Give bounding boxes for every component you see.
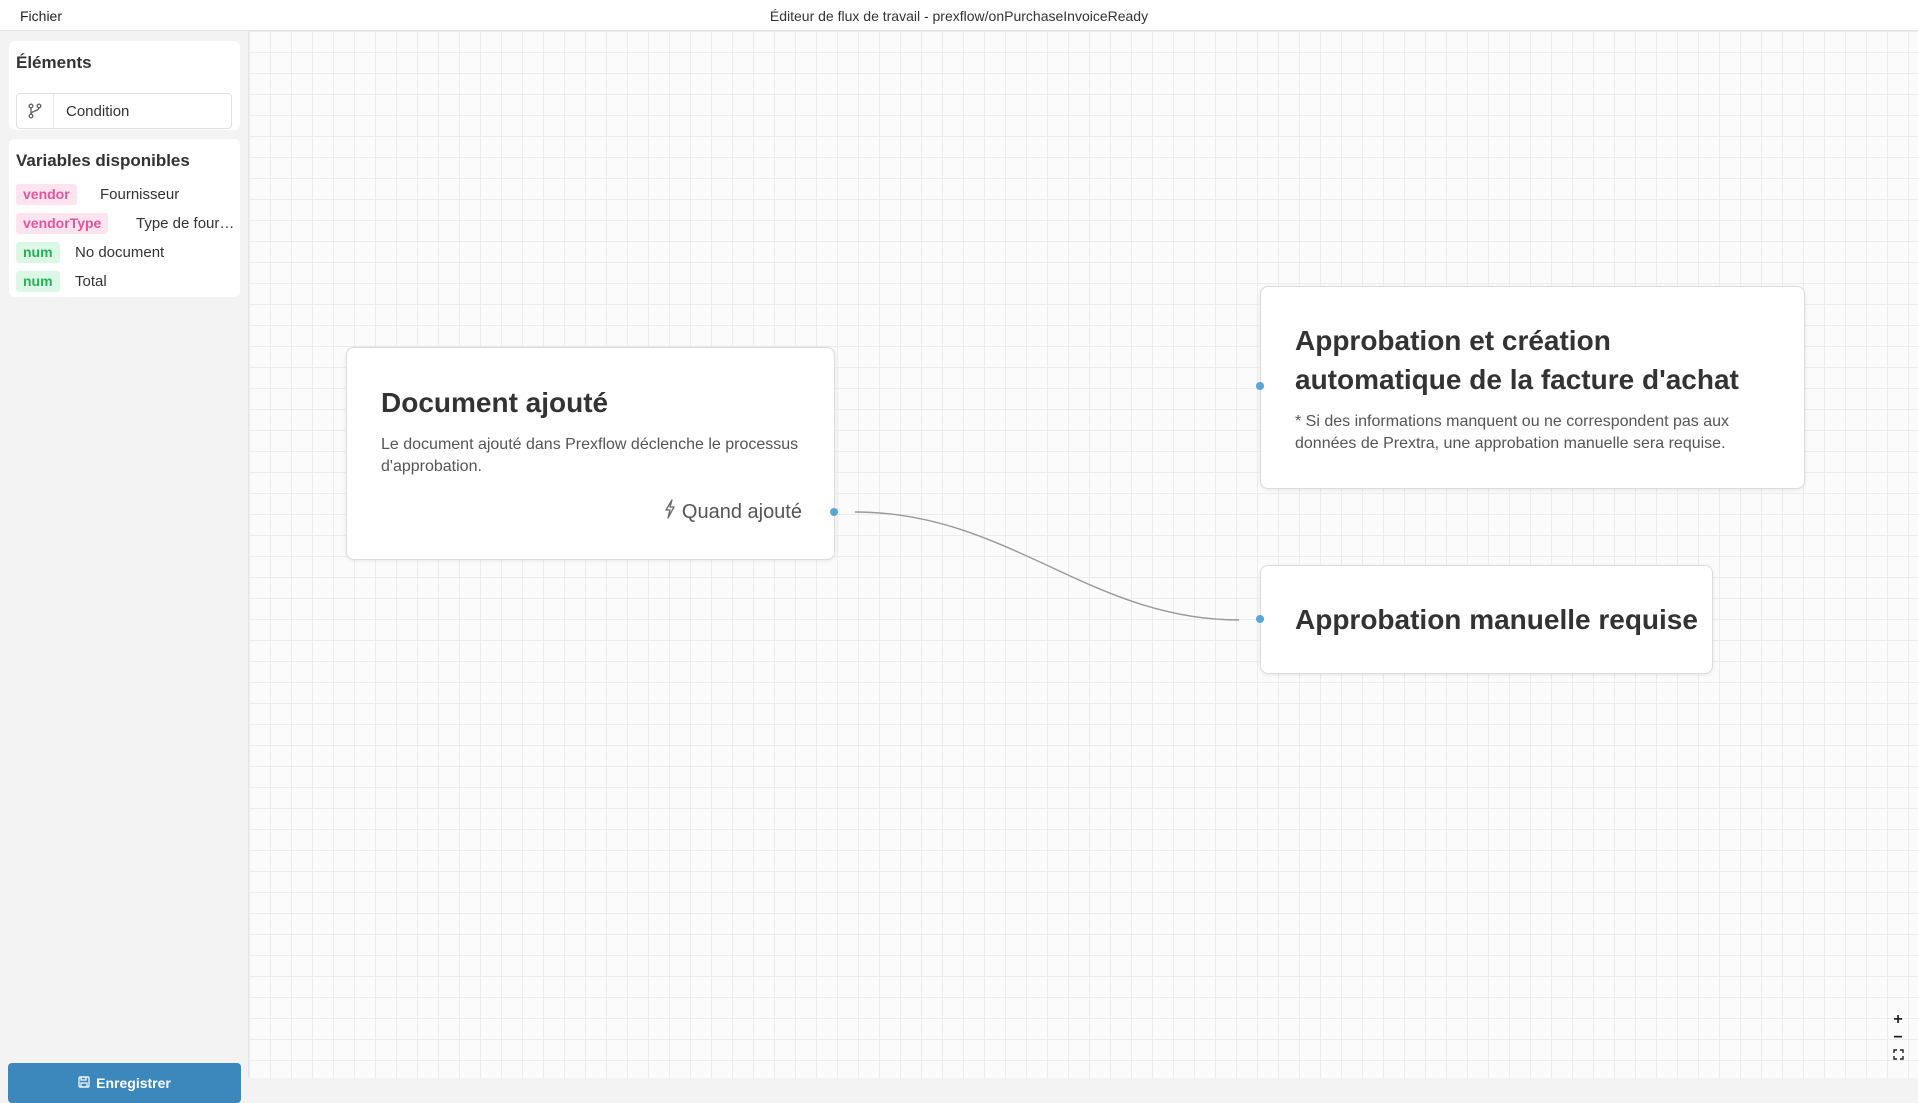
trigger-label: Quand ajouté: [681, 500, 802, 523]
branch-icon: [17, 94, 54, 128]
output-handle[interactable]: [830, 508, 838, 516]
sidebar: Éléments Condition Variables disponibles…: [0, 31, 249, 1103]
element-condition[interactable]: Condition: [16, 93, 232, 129]
variable-row: vendorType Type de four…: [16, 213, 236, 235]
variable-row: num No document: [16, 242, 236, 264]
save-icon: [78, 1075, 90, 1091]
node-description: Le document ajouté dans Prexflow déclenc…: [381, 436, 799, 475]
fit-view-button[interactable]: [1889, 1048, 1907, 1064]
node-description: * Si des informations manquent ou ne cor…: [1295, 413, 1730, 452]
elements-panel: Éléments Condition: [9, 41, 240, 130]
fit-view-icon: [1892, 1047, 1904, 1065]
variable-label: Fournisseur: [100, 186, 180, 203]
variable-label: Total: [75, 273, 107, 290]
edge-document-to-manual: [854, 511, 1240, 621]
node-title: Approbation et création automatique de l…: [1295, 325, 1739, 395]
node-document-added[interactable]: Document ajouté Le document ajouté dans …: [346, 347, 835, 560]
input-handle[interactable]: [1256, 382, 1264, 390]
variable-row: vendor Fournisseur: [16, 184, 236, 206]
variable-label: Type de four…: [136, 215, 235, 232]
workflow-canvas[interactable]: Document ajouté Le document ajouté dans …: [249, 31, 1918, 1078]
save-label: Enregistrer: [96, 1075, 171, 1091]
lightning-icon: [664, 499, 676, 525]
window-title: Éditeur de flux de travail - prexflow/on…: [769, 8, 1149, 24]
elements-title: Éléments: [16, 53, 92, 72]
node-auto-approval[interactable]: Approbation et création automatique de l…: [1260, 286, 1805, 489]
node-trigger: Quand ajouté: [664, 499, 802, 525]
node-title: Document ajouté: [381, 387, 609, 418]
node-title: Approbation manuelle requise: [1295, 604, 1698, 635]
variable-tag[interactable]: num: [16, 242, 60, 263]
variable-row: num Total: [16, 271, 236, 293]
node-manual-approval[interactable]: Approbation manuelle requise: [1260, 565, 1713, 674]
variable-label: No document: [75, 244, 165, 261]
input-handle[interactable]: [1256, 615, 1264, 623]
zoom-in-button[interactable]: +: [1889, 1011, 1907, 1028]
variables-title: Variables disponibles: [16, 151, 190, 170]
save-button[interactable]: Enregistrer: [8, 1063, 241, 1103]
title-bar: Fichier Éditeur de flux de travail - pre…: [0, 0, 1918, 31]
element-label: Condition: [66, 103, 130, 120]
variables-panel: Variables disponibles vendor Fournisseur…: [9, 139, 240, 297]
variable-tag[interactable]: vendorType: [16, 213, 109, 234]
variable-tag[interactable]: vendor: [16, 184, 77, 205]
variable-tag[interactable]: num: [16, 271, 60, 292]
zoom-out-button[interactable]: −: [1889, 1029, 1907, 1046]
